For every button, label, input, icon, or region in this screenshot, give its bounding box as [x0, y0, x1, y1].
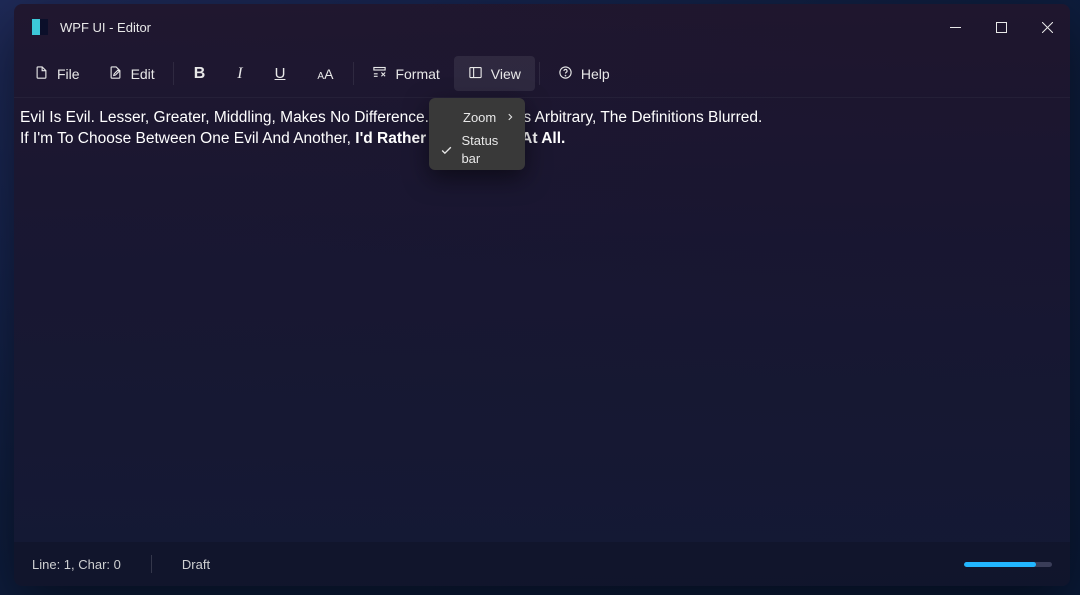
zoom-label: Zoom [463, 109, 496, 127]
edit-icon [108, 65, 123, 83]
font-button[interactable]: AA [301, 50, 349, 97]
bold-icon: B [194, 65, 206, 83]
underline-button[interactable]: U [259, 50, 302, 97]
file-menu[interactable]: File [20, 50, 94, 97]
italic-icon: I [237, 65, 242, 83]
content-line: Evil Is Evil. Lesser, Greater, Middling,… [20, 108, 1064, 129]
statusbar-menu-item[interactable]: Status bar [429, 134, 525, 166]
format-icon [372, 65, 387, 83]
toolbar-separator [353, 62, 354, 85]
format-menu[interactable]: Format [358, 50, 453, 97]
underline-icon: U [275, 65, 286, 82]
progress-bar [964, 562, 1052, 567]
help-icon [558, 65, 573, 83]
view-icon [468, 65, 483, 83]
cursor-position: Line: 1, Char: 0 [32, 557, 121, 572]
edit-menu[interactable]: Edit [94, 50, 169, 97]
close-button[interactable] [1024, 4, 1070, 50]
toolbar-separator [173, 62, 174, 85]
content-line: If I'm To Choose Between One Evil And An… [20, 129, 1064, 150]
window-controls [932, 4, 1070, 50]
window-title: WPF UI - Editor [60, 20, 151, 35]
progress-fill [964, 562, 1036, 567]
font-icon: AA [317, 66, 333, 82]
app-icon [32, 19, 48, 35]
statusbar: Line: 1, Char: 0 Draft [14, 542, 1070, 586]
edit-label: Edit [131, 66, 155, 82]
minimize-button[interactable] [932, 4, 978, 50]
bold-button[interactable]: B [178, 50, 222, 97]
help-menu[interactable]: Help [544, 50, 624, 97]
format-label: Format [395, 66, 439, 82]
document-state: Draft [182, 557, 210, 572]
toolbar: File Edit B I U AA Format [14, 50, 1070, 98]
view-dropdown: Zoom Status bar [429, 98, 525, 170]
editor-content[interactable]: Evil Is Evil. Lesser, Greater, Middling,… [14, 98, 1070, 542]
view-label: View [491, 66, 521, 82]
editor-window: WPF UI - Editor File Edit [14, 4, 1070, 586]
statusbar-label: Status bar [461, 132, 515, 167]
check-icon [439, 144, 453, 157]
statusbar-separator [151, 555, 152, 573]
zoom-menu-item[interactable]: Zoom [429, 102, 525, 134]
file-label: File [57, 66, 80, 82]
toolbar-separator [539, 62, 540, 85]
titlebar: WPF UI - Editor [14, 4, 1070, 50]
italic-button[interactable]: I [221, 50, 258, 97]
maximize-button[interactable] [978, 4, 1024, 50]
help-label: Help [581, 66, 610, 82]
file-icon [34, 65, 49, 83]
chevron-right-icon [505, 109, 515, 127]
view-menu[interactable]: View [454, 56, 535, 91]
